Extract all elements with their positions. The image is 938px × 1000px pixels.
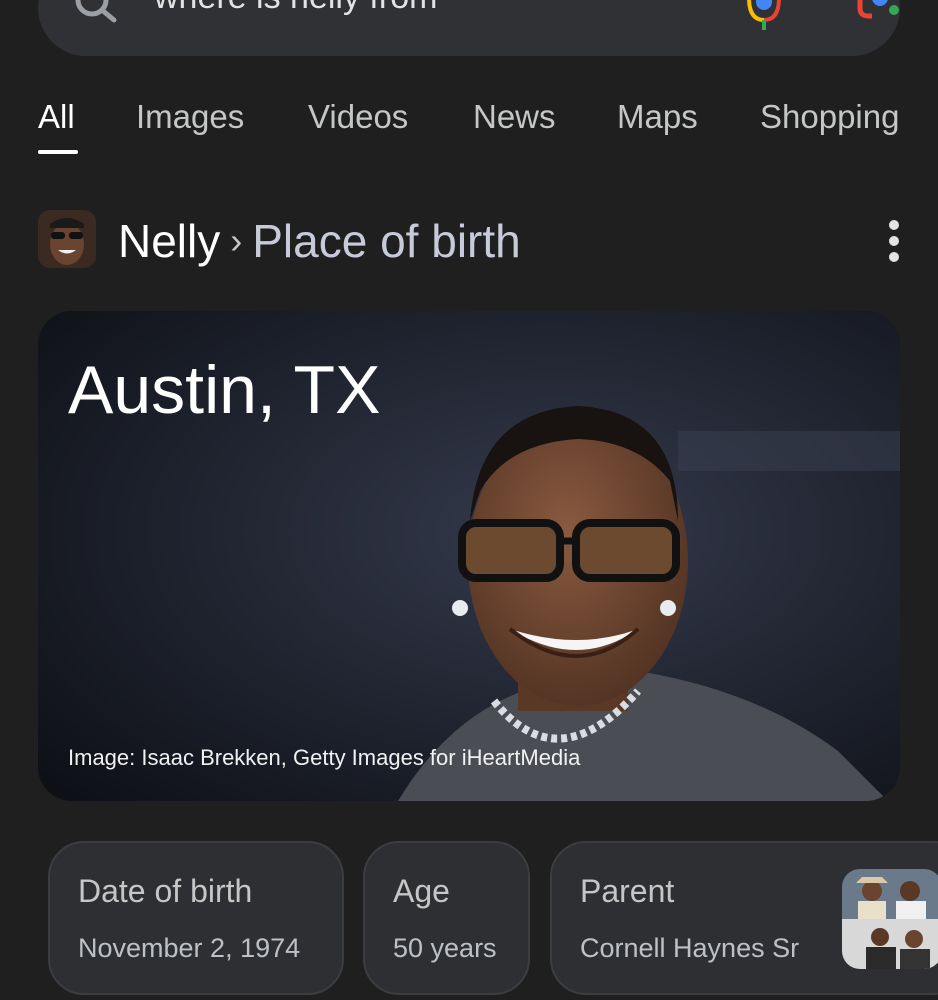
search-input[interactable]: where is nelly from: [154, 0, 437, 17]
more-vert-icon[interactable]: [884, 218, 904, 264]
answer-value: Austin, TX: [68, 352, 381, 428]
fact-label: Parent: [580, 873, 675, 909]
avatar[interactable]: [38, 210, 96, 268]
tab-shopping[interactable]: Shopping: [760, 98, 899, 136]
entity-name[interactable]: Nelly: [118, 215, 220, 267]
search-results-page: where is nelly from All Images Videos Ne…: [0, 0, 938, 1000]
search-tabs: All Images Videos News Maps Shopping: [38, 98, 938, 158]
tab-images[interactable]: Images: [136, 98, 244, 136]
parent-thumbnail: [842, 869, 938, 969]
fact-chip-date-of-birth[interactable]: Date of birth November 2, 1974: [48, 841, 344, 995]
breadcrumb: Nelly › Place of birth: [118, 214, 521, 268]
attribute-name: Place of birth: [252, 215, 521, 267]
tab-all-underline: [38, 150, 78, 154]
fact-value: Cornell Haynes Sr: [580, 933, 800, 963]
fact-label: Date of birth: [78, 873, 253, 909]
fact-value: 50 years: [393, 933, 497, 963]
search-icon[interactable]: [72, 0, 120, 34]
fact-chip-age[interactable]: Age 50 years: [363, 841, 530, 995]
answer-card[interactable]: Austin, TX Image: Isaac Brekken, Getty I…: [38, 311, 900, 801]
fact-value: November 2, 1974: [78, 933, 301, 963]
tab-videos[interactable]: Videos: [308, 98, 408, 136]
tab-news[interactable]: News: [473, 98, 556, 136]
entity-header: Nelly › Place of birth: [38, 208, 918, 270]
fact-label: Age: [393, 873, 450, 909]
mic-icon[interactable]: [742, 0, 786, 32]
breadcrumb-separator: ›: [230, 220, 243, 261]
image-credit: Image: Isaac Brekken, Getty Images for i…: [68, 745, 581, 770]
search-bar[interactable]: where is nelly from: [38, 0, 900, 56]
tab-all[interactable]: All: [38, 98, 75, 136]
lens-icon[interactable]: [854, 0, 906, 32]
tab-maps[interactable]: Maps: [617, 98, 698, 136]
fact-chip-parent[interactable]: Parent Cornell Haynes Sr: [550, 841, 938, 995]
